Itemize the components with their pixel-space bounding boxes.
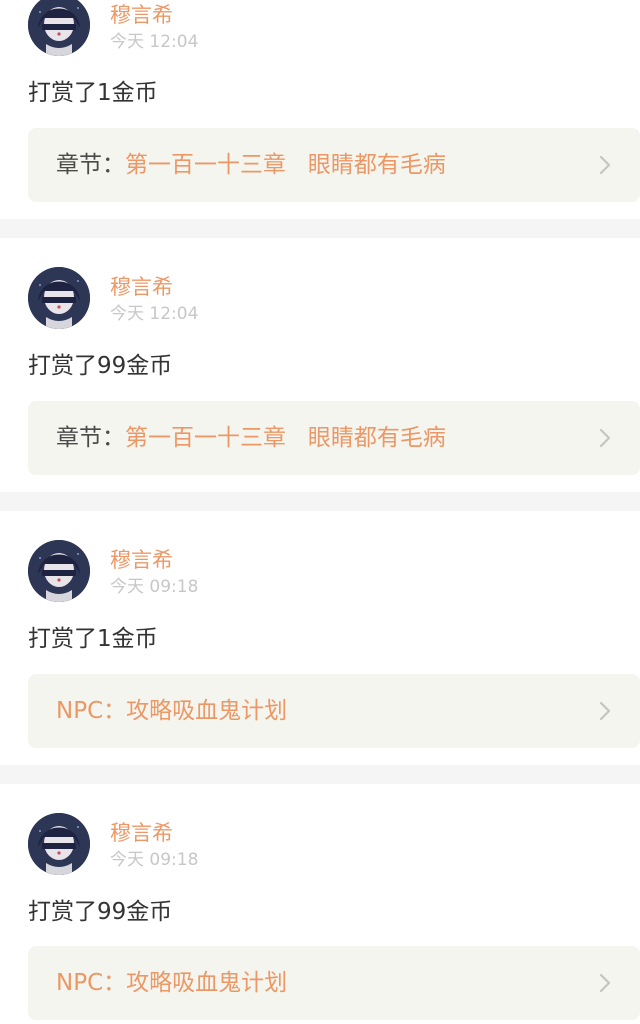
npc-link[interactable]: NPC：攻略吸血鬼计划 xyxy=(28,946,640,1020)
reward-text: 打赏了1金币 xyxy=(28,80,158,106)
timestamp: 今天 09:18 xyxy=(110,577,199,597)
avatar-image xyxy=(28,267,90,329)
link-prefix: NPC： xyxy=(56,970,127,996)
reward-entry: 穆言希 今天 09:18 打赏了99金币 NPC：攻略吸血鬼计划 xyxy=(0,784,640,1024)
username[interactable]: 穆言希 xyxy=(110,820,173,846)
chevron-right-icon xyxy=(594,972,616,994)
reward-feed: 穆言希 今天 12:04 打赏了1金币 章节：第一百一十三章 眼睛都有毛病 穆言… xyxy=(0,0,640,1024)
avatar[interactable] xyxy=(28,0,90,56)
link-title: 第一百一十三章 眼睛都有毛病 xyxy=(125,152,446,178)
reward-entry: 穆言希 今天 09:18 打赏了1金币 NPC：攻略吸血鬼计划 xyxy=(0,511,640,765)
link-prefix: 章节： xyxy=(56,425,125,451)
chapter-link[interactable]: 章节：第一百一十三章 眼睛都有毛病 xyxy=(28,401,640,475)
link-label: 章节：第一百一十三章 眼睛都有毛病 xyxy=(56,150,446,180)
username[interactable]: 穆言希 xyxy=(110,2,173,28)
link-prefix: NPC： xyxy=(56,698,127,724)
chapter-link[interactable]: 章节：第一百一十三章 眼睛都有毛病 xyxy=(28,128,640,202)
avatar[interactable] xyxy=(28,267,90,329)
link-title: 攻略吸血鬼计划 xyxy=(126,970,288,996)
avatar-image xyxy=(28,813,90,875)
npc-link[interactable]: NPC：攻略吸血鬼计划 xyxy=(28,674,640,748)
reward-entry: 穆言希 今天 12:04 打赏了99金币 章节：第一百一十三章 眼睛都有毛病 xyxy=(0,238,640,492)
chevron-right-icon xyxy=(594,700,616,722)
timestamp: 今天 12:04 xyxy=(110,304,199,324)
avatar[interactable] xyxy=(28,813,90,875)
link-label: NPC：攻略吸血鬼计划 xyxy=(56,696,287,726)
link-label: 章节：第一百一十三章 眼睛都有毛病 xyxy=(56,423,446,453)
username[interactable]: 穆言希 xyxy=(110,547,173,573)
timestamp: 今天 09:18 xyxy=(110,850,199,870)
username[interactable]: 穆言希 xyxy=(110,274,173,300)
separator xyxy=(0,219,640,238)
separator xyxy=(0,492,640,511)
link-title: 第一百一十三章 眼睛都有毛病 xyxy=(125,425,446,451)
link-prefix: 章节： xyxy=(56,152,125,178)
chevron-right-icon xyxy=(594,154,616,176)
link-title: 攻略吸血鬼计划 xyxy=(126,698,288,724)
avatar[interactable] xyxy=(28,540,90,602)
reward-text: 打赏了99金币 xyxy=(28,899,173,925)
reward-text: 打赏了1金币 xyxy=(28,626,158,652)
avatar-image xyxy=(28,0,90,56)
reward-entry: 穆言希 今天 12:04 打赏了1金币 章节：第一百一十三章 眼睛都有毛病 xyxy=(0,0,640,219)
reward-text: 打赏了99金币 xyxy=(28,353,173,379)
chevron-right-icon xyxy=(594,427,616,449)
separator xyxy=(0,765,640,784)
timestamp: 今天 12:04 xyxy=(110,32,199,52)
avatar-image xyxy=(28,540,90,602)
link-label: NPC：攻略吸血鬼计划 xyxy=(56,968,287,998)
